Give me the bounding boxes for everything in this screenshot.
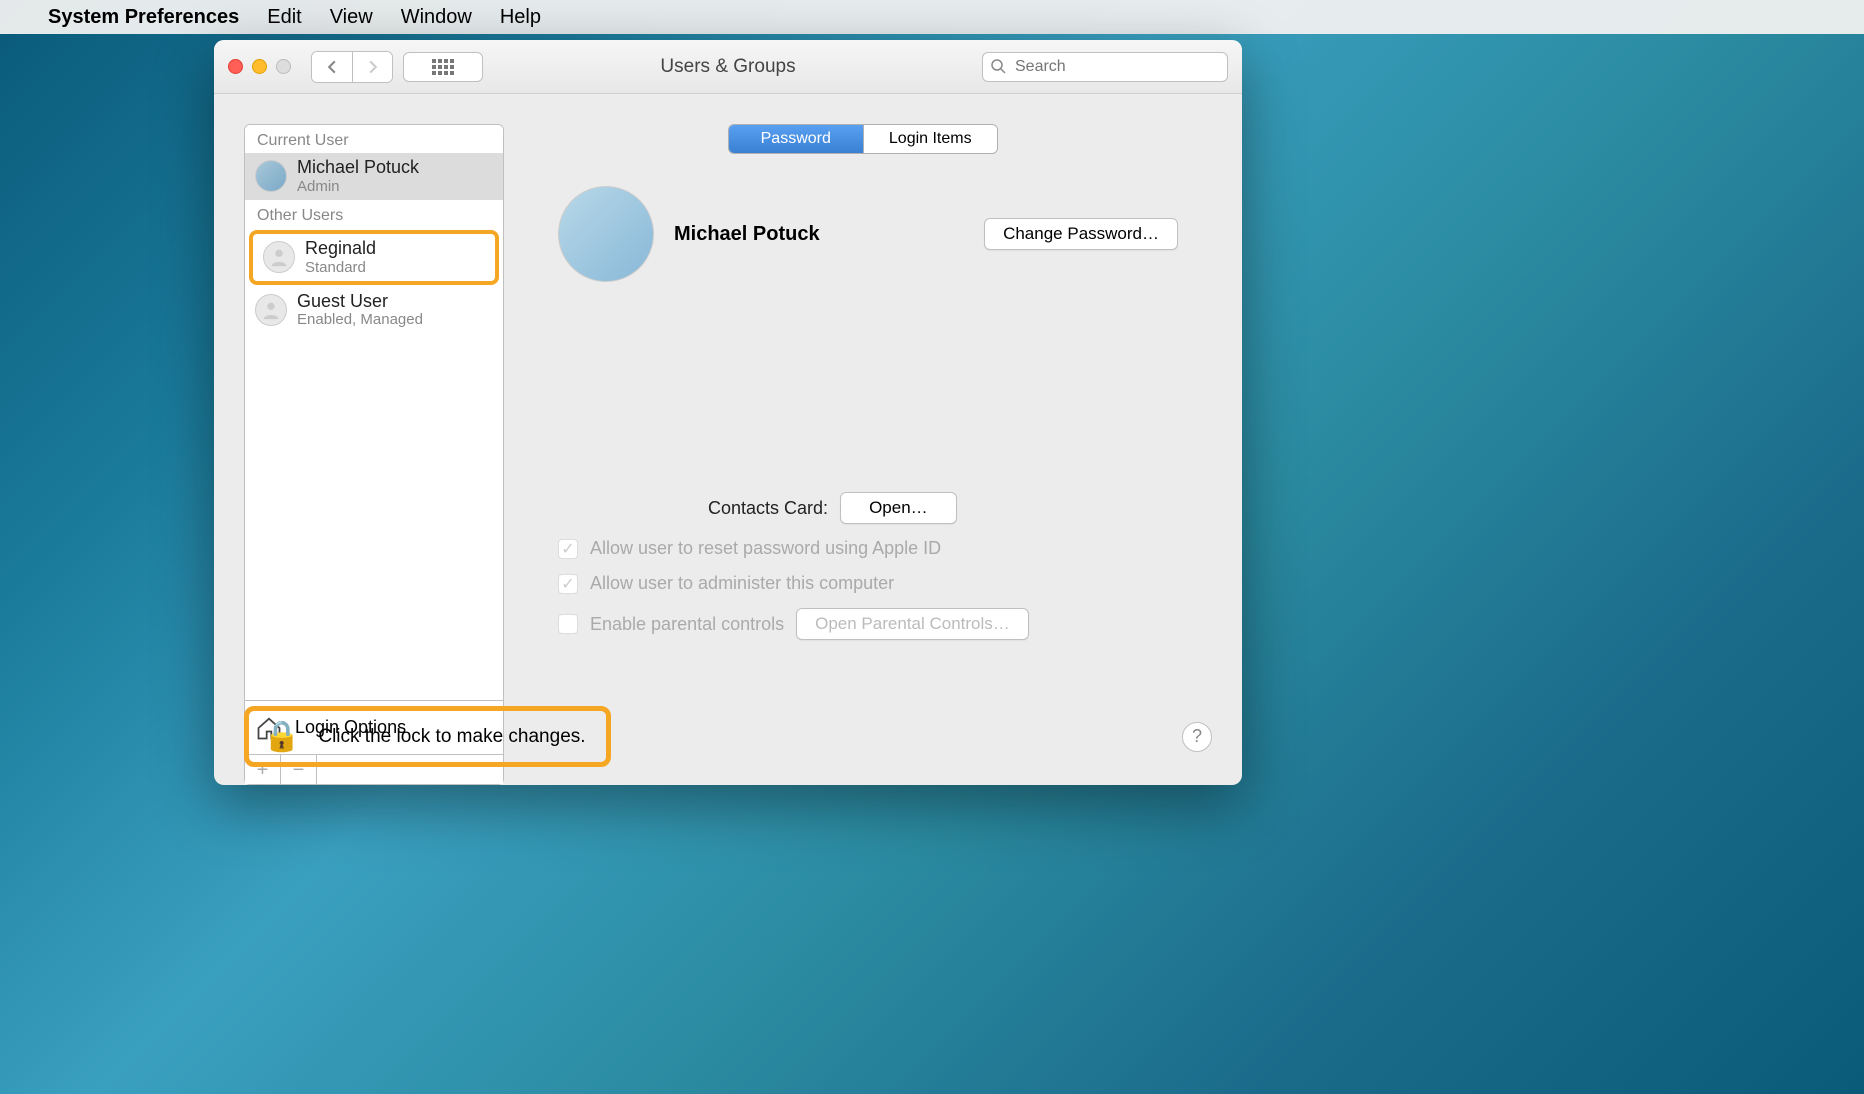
grid-icon [432,59,454,75]
user-avatar-large[interactable] [558,186,654,282]
avatar [255,294,287,326]
user-item-current[interactable]: Michael Potuck Admin [245,153,503,200]
sidebar: Current User Michael Potuck Admin Other … [244,124,504,785]
chevron-right-icon [366,60,380,74]
open-parental-button: Open Parental Controls… [796,608,1029,640]
other-users-header: Other Users [245,200,503,228]
user-role-label: Enabled, Managed [297,311,423,328]
app-menu[interactable]: System Preferences [48,6,239,29]
allow-reset-row: ✓ Allow user to reset password using App… [558,538,1168,559]
parental-row: Enable parental controls Open Parental C… [558,608,1168,640]
allow-admin-label: Allow user to administer this computer [590,573,894,594]
lock-icon[interactable]: 🔒 [263,719,300,754]
help-button[interactable]: ? [1182,722,1212,752]
avatar [255,160,287,192]
menu-edit[interactable]: Edit [267,6,301,29]
allow-admin-row: ✓ Allow user to administer this computer [558,573,1168,594]
tab-login-items[interactable]: Login Items [863,125,998,153]
search-input[interactable] [982,52,1228,82]
menu-window[interactable]: Window [401,6,472,29]
person-icon [260,299,282,321]
nav-buttons [311,51,393,83]
titlebar: Users & Groups [214,40,1242,94]
user-role-label: Admin [297,178,419,195]
allow-reset-checkbox: ✓ [558,539,578,559]
allow-reset-label: Allow user to reset password using Apple… [590,538,941,559]
search-wrap [982,52,1228,82]
user-name-label: Guest User [297,292,423,312]
tab-password[interactable]: Password [729,125,863,153]
user-info: Reginald Standard [305,239,376,276]
lock-text: Click the lock to make changes. [318,726,585,748]
person-icon [268,246,290,268]
user-name-label: Michael Potuck [297,158,419,178]
user-name-label: Reginald [305,239,376,259]
avatar [263,241,295,273]
forward-button [352,52,392,82]
allow-admin-checkbox: ✓ [558,574,578,594]
controls: Contacts Card: Open… ✓ Allow user to res… [518,492,1208,640]
content-area: Current User Michael Potuck Admin Other … [214,94,1242,785]
main-panel: Password Login Items Michael Potuck Chan… [518,124,1222,785]
current-user-header: Current User [245,125,503,153]
close-button[interactable] [228,59,243,74]
change-password-button[interactable]: Change Password… [984,218,1178,250]
search-icon [990,58,1006,79]
zoom-button [276,59,291,74]
lock-area[interactable]: 🔒 Click the lock to make changes. [244,706,611,767]
minimize-button[interactable] [252,59,267,74]
menu-view[interactable]: View [330,6,373,29]
open-contacts-button[interactable]: Open… [840,492,957,524]
contacts-row: Contacts Card: Open… [558,492,1168,524]
user-item-reginald[interactable]: Reginald Standard [249,230,499,285]
contacts-label: Contacts Card: [708,498,828,519]
user-list: Current User Michael Potuck Admin Other … [244,124,504,701]
menubar: System Preferences Edit View Window Help [0,0,1864,34]
user-display-name: Michael Potuck [674,223,964,246]
footer: 🔒 Click the lock to make changes. ? [244,706,1212,767]
user-info: Guest User Enabled, Managed [297,292,423,329]
parental-checkbox [558,614,578,634]
back-button[interactable] [312,52,352,82]
user-role-label: Standard [305,259,376,276]
preferences-window: Users & Groups Current User Michael Potu… [214,40,1242,785]
chevron-left-icon [325,60,339,74]
tabs: Password Login Items [728,124,998,154]
window-controls [228,59,291,74]
menu-help[interactable]: Help [500,6,541,29]
show-all-button[interactable] [403,52,483,82]
parental-label: Enable parental controls [590,614,784,635]
user-header: Michael Potuck Change Password… [518,174,1208,282]
user-info: Michael Potuck Admin [297,158,419,195]
user-item-guest[interactable]: Guest User Enabled, Managed [245,287,503,334]
